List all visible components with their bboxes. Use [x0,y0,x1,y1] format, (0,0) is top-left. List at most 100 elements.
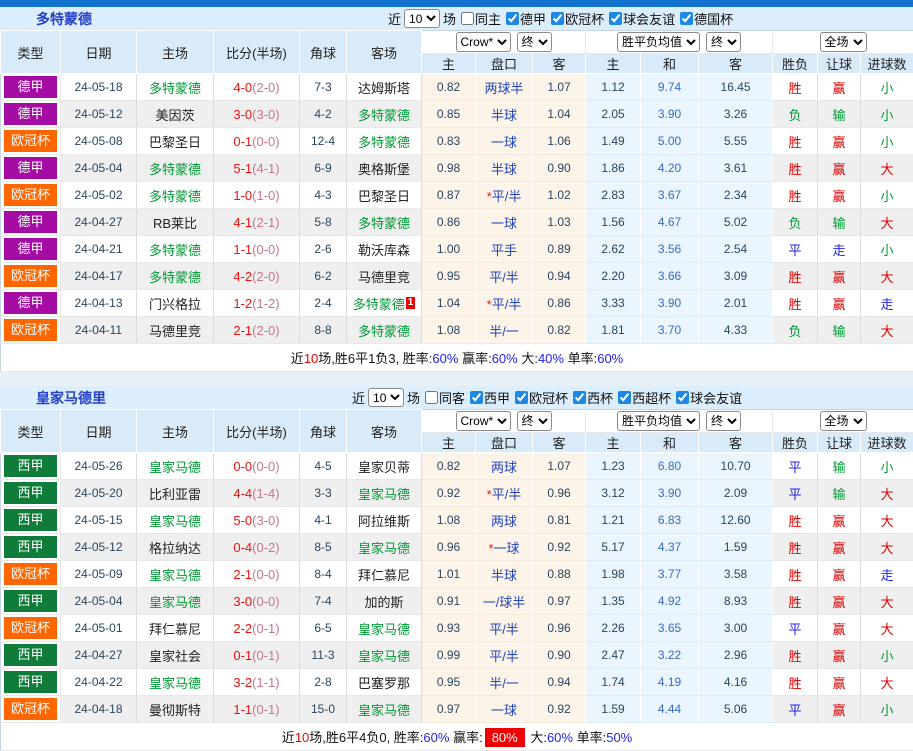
result-handicap: 走 [818,236,861,263]
same-venue-filter[interactable]: 同主 [461,9,501,28]
result-wdl: 平 [773,696,818,723]
away-team-link[interactable]: 皇家马德 [358,487,410,502]
away-team-link[interactable]: 拜仁慕尼 [358,568,410,583]
league-filter[interactable]: 西超杯 [618,388,671,407]
odds-source-select[interactable]: Crow* [456,32,511,52]
away-team-link[interactable]: 皇家贝蒂 [358,460,410,475]
league-checkbox[interactable] [680,12,693,25]
away-team-cell: 奥格斯堡 [347,155,422,182]
away-team-link[interactable]: 皇家马德 [358,622,410,637]
match-date: 24-04-18 [61,696,137,723]
asian-away-odds: 0.88 [533,561,586,588]
halftime-score: (0-0) [252,594,279,609]
league-filter[interactable]: 球会友谊 [609,9,675,28]
away-team-cell: 多特蒙德 [347,128,422,155]
league-checkbox[interactable] [470,391,483,404]
column-header: 主场 [137,410,214,453]
home-team-link[interactable]: 皇家马德 [149,595,201,610]
home-team-link[interactable]: 皇家马德 [149,568,201,583]
odds-source-select[interactable]: Crow* [456,411,511,431]
league-filter[interactable]: 球会友谊 [676,388,742,407]
league-filter[interactable]: 欧冠杯 [551,9,604,28]
home-team-link[interactable]: 皇家马德 [149,514,201,529]
euro-odds-time-select[interactable]: 终 [706,32,741,52]
match-date: 24-05-09 [61,561,137,588]
league-filter[interactable]: 欧冠杯 [515,388,568,407]
away-team-link[interactable]: 皇家马德 [358,541,410,556]
recent-count-select[interactable]: 10 [404,9,440,28]
home-team-link[interactable]: 皇家马德 [149,676,201,691]
recent-count-select[interactable]: 10 [368,388,404,407]
home-team-link[interactable]: 巴黎圣日 [149,135,201,150]
away-team-link[interactable]: 马德里竞 [358,270,410,285]
asian-away-odds: 0.94 [533,263,586,290]
result-scope-select[interactable]: 全场 [820,32,867,52]
league-cell: 欧冠杯 [1,317,61,344]
result-goals: 大 [861,669,913,696]
away-team-link[interactable]: 巴塞罗那 [358,676,410,691]
home-team-link[interactable]: 多特蒙德 [149,270,201,285]
section-title-bar: 皇家马德里近10场同客西甲欧冠杯西杯西超杯球会友谊 [0,386,913,409]
corner-stat: 4-5 [300,453,347,480]
away-team-link[interactable]: 多特蒙德 [358,216,410,231]
home-team-link[interactable]: 多特蒙德 [149,243,201,258]
league-checkbox[interactable] [609,12,622,25]
home-team-link[interactable]: 多特蒙德 [149,162,201,177]
home-team-link[interactable]: 比利亚雷 [149,487,201,502]
league-checkbox[interactable] [618,391,631,404]
league-filter[interactable]: 德甲 [506,9,546,28]
home-team-link[interactable]: 美因茨 [155,108,194,123]
league-filter-label: 球会友谊 [690,388,742,407]
euro-odds-type-select[interactable]: 胜平负均值 [617,411,700,431]
same-venue-filter[interactable]: 同客 [425,388,465,407]
score-cell: 1-2(1-2) [214,290,300,317]
league-checkbox[interactable] [515,391,528,404]
league-checkbox[interactable] [573,391,586,404]
result-scope-select[interactable]: 全场 [820,411,867,431]
away-team-link[interactable]: 巴黎圣日 [358,189,410,204]
league-checkbox[interactable] [676,391,689,404]
home-team-link[interactable]: 马德里竞 [149,324,201,339]
asian-odds-time-select[interactable]: 终 [517,411,552,431]
away-team-link[interactable]: 达姆斯塔 [358,81,410,96]
fulltime-score: 4-1 [233,215,252,230]
away-team-link[interactable]: 皇家马德 [358,703,410,718]
away-team-link[interactable]: 多特蒙德 [358,324,410,339]
league-filter[interactable]: 西杯 [573,388,613,407]
asian-away-odds: 0.96 [533,615,586,642]
league-badge: 欧冠杯 [4,130,57,152]
home-team-cell: 多特蒙德 [137,236,214,263]
home-team-link[interactable]: 曼彻斯特 [149,703,201,718]
same-venue-checkbox[interactable] [425,391,438,404]
league-checkbox[interactable] [506,12,519,25]
away-team-link[interactable]: 多特蒙德 [358,108,410,123]
euro-draw-odds: 9.74 [641,74,699,101]
home-team-link[interactable]: 格拉纳达 [149,541,201,556]
home-team-cell: 皇家社会 [137,642,214,669]
home-team-link[interactable]: 多特蒙德 [149,189,201,204]
league-filter[interactable]: 西甲 [470,388,510,407]
away-team-link[interactable]: 阿拉维斯 [358,514,410,529]
result-handicap: 赢 [818,263,861,290]
match-date: 24-04-27 [61,209,137,236]
home-team-link[interactable]: 皇家马德 [149,460,201,475]
home-team-link[interactable]: RB莱比 [153,216,197,231]
home-team-link[interactable]: 多特蒙德 [149,81,201,96]
away-team-link[interactable]: 勒沃库森 [358,243,410,258]
games-label: 场 [407,388,420,407]
away-team-link[interactable]: 加的斯 [364,595,403,610]
away-team-link[interactable]: 皇家马德 [358,649,410,664]
euro-odds-type-select[interactable]: 胜平负均值 [617,32,700,52]
euro-odds-time-select[interactable]: 终 [706,411,741,431]
home-team-link[interactable]: 皇家社会 [149,649,201,664]
away-team-link[interactable]: 多特蒙德 [358,135,410,150]
asian-odds-time-select[interactable]: 终 [517,32,552,52]
home-team-link[interactable]: 门兴格拉 [149,297,201,312]
same-venue-checkbox[interactable] [461,12,474,25]
league-checkbox[interactable] [551,12,564,25]
fulltime-score: 0-0 [233,459,252,474]
home-team-link[interactable]: 拜仁慕尼 [149,622,201,637]
away-team-link[interactable]: 奥格斯堡 [358,162,410,177]
league-filter[interactable]: 德国杯 [680,9,733,28]
away-team-link[interactable]: 多特蒙德 [353,297,405,312]
